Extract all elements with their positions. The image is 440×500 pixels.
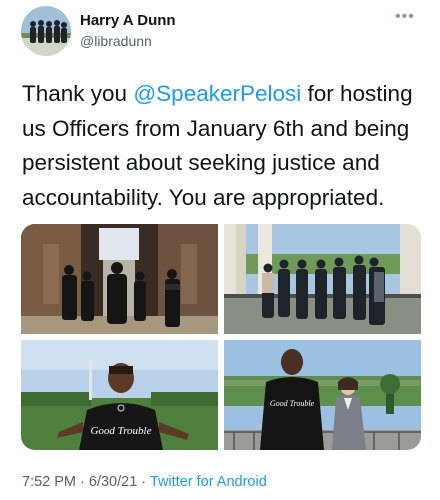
tweet-source-link[interactable]: Twitter for Android [150,474,267,490]
shirt-text: Good Trouble [90,425,151,437]
author-display-name[interactable]: Harry A Dunn [80,12,176,29]
photo-hallway-image [21,224,218,334]
photo-group-image [224,224,421,334]
avatar[interactable] [21,6,71,56]
more-horizontal-icon[interactable]: ••• [395,8,415,26]
tweet-text: Thank you @SpeakerPelosi for hosting us … [22,77,427,215]
tweet-text-start: Thank you [22,81,134,106]
tweet-time[interactable]: 7:52 PM [22,474,76,490]
avatar-image [21,6,71,56]
photo-man-and-woman-balcony[interactable]: Good Trouble [224,340,421,450]
tweet-date[interactable]: 6/30/21 [89,474,137,490]
shirt-text-2: Good Trouble [270,399,315,408]
photo-group-on-balcony[interactable] [224,224,421,334]
photo-hallway-doorway[interactable] [21,224,218,334]
meta-separator-2: · [137,474,150,490]
photo-man-woman-image: Good Trouble [224,340,421,450]
meta-separator: · [76,474,89,490]
author-handle[interactable]: @libradunn [80,33,152,49]
mention-link[interactable]: @SpeakerPelosi [133,81,301,106]
photo-grid: Good Trouble Good Trouble [21,224,421,450]
tweet-meta: 7:52 PM · 6/30/21 · Twitter for Android [22,474,267,490]
photo-man-pointing-at-shirt[interactable]: Good Trouble [21,340,218,450]
photo-man-pointing-image: Good Trouble [21,340,218,450]
